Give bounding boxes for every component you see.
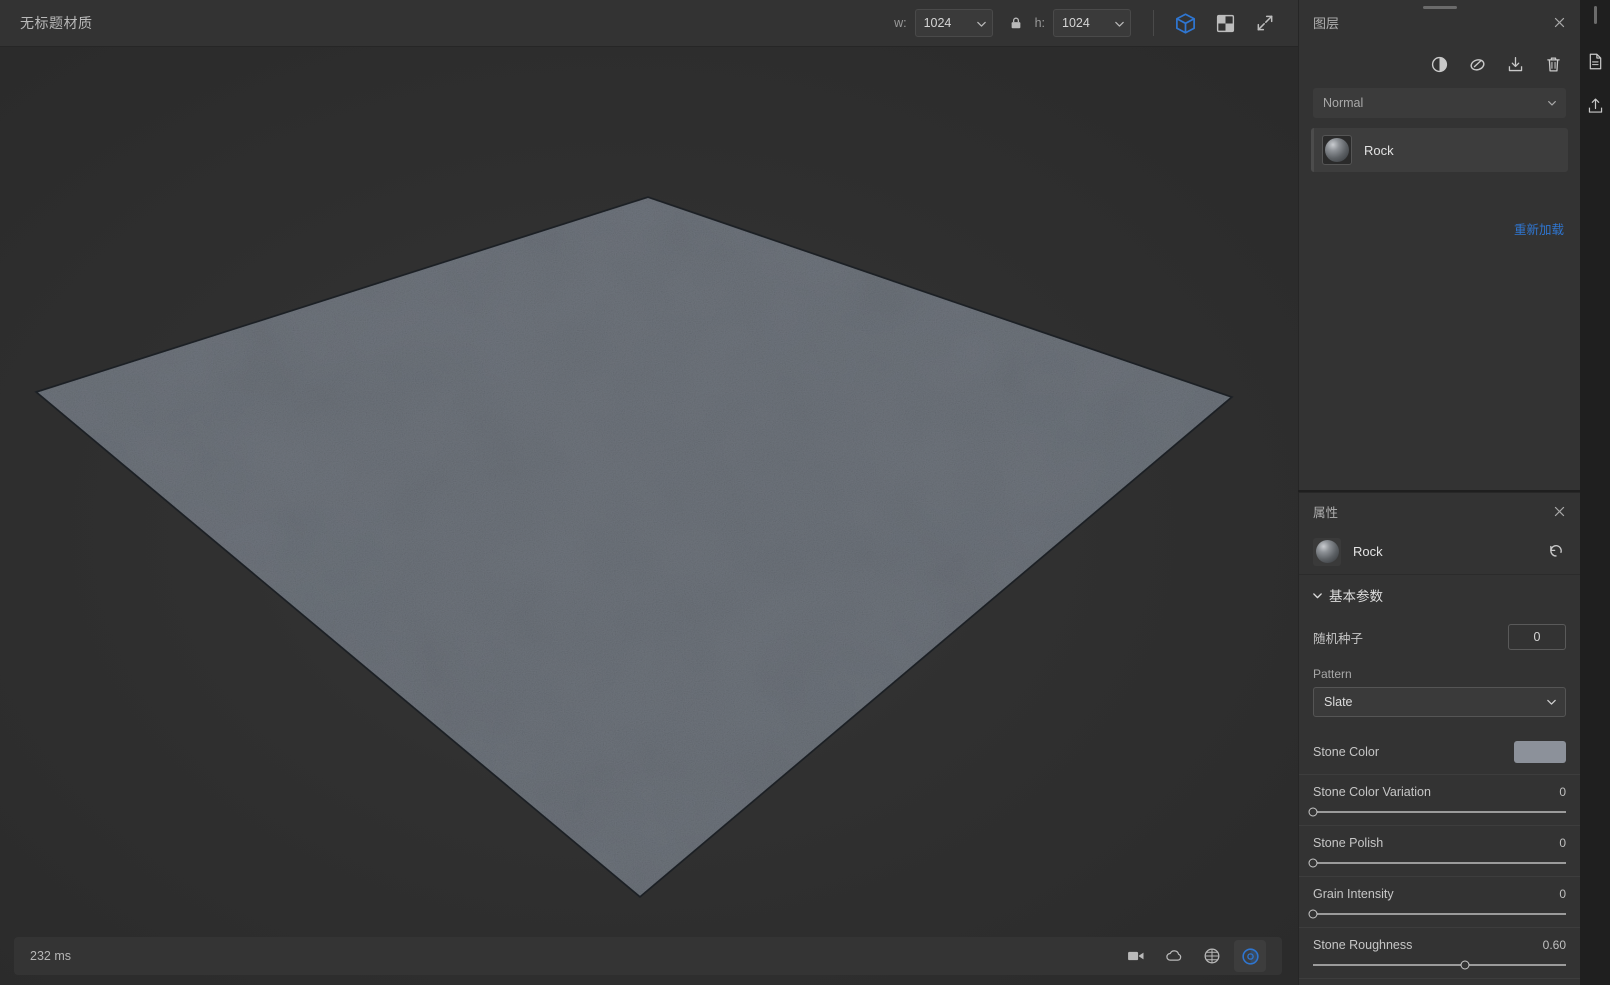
height-label: h:: [1034, 16, 1045, 30]
chevron-down-icon: [1546, 697, 1557, 708]
pattern-select[interactable]: Slate: [1313, 687, 1566, 717]
slider-value: 0.60: [1542, 938, 1566, 952]
slider-label: Stone Color Variation: [1313, 785, 1431, 799]
slider-handle[interactable]: [1308, 909, 1318, 919]
slider-stone-polish: Stone Polish 0: [1299, 826, 1580, 877]
slider-handle[interactable]: [1308, 858, 1318, 868]
stone-color-label: Stone Color: [1313, 744, 1380, 759]
stone-color-swatch[interactable]: [1514, 740, 1566, 763]
viewport-tool-buttons: [1114, 940, 1266, 972]
layer-thumbnail: [1322, 135, 1352, 165]
right-rail: [1580, 0, 1610, 985]
properties-panel-title: 属性: [1313, 505, 1339, 520]
3d-view-button[interactable]: [1168, 6, 1202, 40]
pattern-label: Pattern: [1313, 667, 1352, 681]
2d-tile-button[interactable]: [1208, 6, 1242, 40]
slider-label: Stone Polish: [1313, 836, 1384, 850]
layers-panel-title: 图层: [1313, 15, 1340, 31]
height-select[interactable]: 1024: [1053, 9, 1131, 37]
slider-value: 0: [1559, 785, 1566, 799]
slider-label: Stone Roughness: [1313, 938, 1413, 952]
properties-panel-header: 属性: [1299, 493, 1580, 529]
close-icon[interactable]: [1550, 13, 1568, 31]
slider-track[interactable]: [1308, 807, 1566, 817]
toolbar-divider: [1153, 10, 1154, 36]
chevron-down-icon: [1114, 19, 1124, 28]
layer-tool-buttons: [1299, 44, 1580, 84]
slider-stone-roughness: Stone Roughness 0.60: [1299, 928, 1580, 979]
toolbar-controls: w: 1024 h: 1024: [894, 0, 1298, 46]
3d-viewport[interactable]: 232 ms: [0, 47, 1298, 985]
fullscreen-button[interactable]: [1248, 6, 1282, 40]
slider-track[interactable]: [1313, 960, 1566, 970]
viewport-status-bar: 232 ms: [14, 937, 1282, 975]
camera-button[interactable]: [1120, 940, 1152, 972]
sphere-preview-icon: [1315, 540, 1339, 563]
top-toolbar: 无标题材质 w: 1024 h: 1024: [0, 0, 1298, 47]
share-upload-button[interactable]: [1582, 90, 1608, 120]
application-root: 无标题材质 w: 1024 h: 1024 232 ms 图层 Normal R…: [0, 0, 1610, 985]
layers-panel-header: 图层: [1299, 0, 1580, 44]
blend-mode-select[interactable]: Normal: [1313, 88, 1566, 118]
random-seed-input[interactable]: 0: [1508, 624, 1566, 650]
pattern-value: Slate: [1324, 695, 1353, 709]
material-plane-svg: [34, 196, 1234, 899]
slider-value: 0: [1559, 887, 1566, 901]
main-area: 无标题材质 w: 1024 h: 1024 232 ms: [0, 0, 1298, 985]
slider-handle[interactable]: [1308, 807, 1318, 817]
export-document-button[interactable]: [1582, 46, 1608, 76]
trash-icon[interactable]: [1542, 53, 1564, 75]
random-seed-label: 随机种子: [1313, 631, 1364, 646]
right-panel-column: 图层 Normal Rock 重新加载 属性 Rock 基本参数 随机种子 0 …: [1298, 0, 1580, 985]
section-title: 基本参数: [1329, 589, 1383, 604]
lock-aspect-icon[interactable]: [1009, 16, 1023, 30]
smudge-blur-icon[interactable]: [1466, 53, 1488, 75]
chevron-down-icon: [1547, 98, 1557, 108]
import-download-icon[interactable]: [1504, 53, 1526, 75]
properties-layer-name: Rock: [1353, 544, 1383, 559]
slider-track[interactable]: [1308, 909, 1566, 919]
properties-panel: 属性 Rock 基本参数 随机种子 0 Pattern Slate Stone …: [1298, 492, 1580, 985]
grid-button[interactable]: [1196, 940, 1228, 972]
reset-arrow-icon[interactable]: [1548, 543, 1566, 561]
slider-stone-color-variation: Stone Color Variation 0: [1299, 775, 1580, 826]
material-plane-preview[interactable]: [0, 47, 1298, 985]
list-item[interactable]: Rock: [1311, 128, 1568, 172]
environment-button[interactable]: [1158, 940, 1190, 972]
slider-grain-intensity: Grain Intensity 0: [1299, 877, 1580, 928]
render-mode-button[interactable]: [1234, 940, 1266, 972]
half-circle-contrast-icon[interactable]: [1428, 53, 1450, 75]
properties-selected-layer: Rock: [1299, 529, 1580, 575]
sphere-preview-icon: [1325, 138, 1349, 162]
layer-name: Rock: [1364, 142, 1394, 158]
layers-panel: 图层 Normal Rock 重新加载: [1298, 0, 1580, 490]
random-seed-row: 随机种子 0: [1299, 615, 1580, 659]
blend-mode-value: Normal: [1323, 96, 1364, 110]
layer-thumbnail: [1313, 537, 1341, 566]
basic-parameters-section-header[interactable]: 基本参数: [1299, 575, 1580, 615]
render-time-status: 232 ms: [30, 949, 71, 963]
chevron-down-icon: [1312, 590, 1323, 601]
document-title: 无标题材质: [20, 15, 93, 31]
width-value: 1024: [923, 16, 952, 30]
slider-label: Grain Intensity: [1313, 887, 1394, 901]
width-label: w:: [894, 16, 907, 30]
close-icon[interactable]: [1550, 502, 1568, 520]
slider-value: 0: [1559, 836, 1566, 850]
height-value: 1024: [1062, 16, 1090, 30]
reload-link[interactable]: 重新加载: [1514, 219, 1564, 238]
width-select[interactable]: 1024: [914, 9, 993, 37]
rail-drag-handle[interactable]: [1593, 6, 1597, 24]
slider-handle[interactable]: [1460, 960, 1470, 970]
chevron-down-icon: [976, 19, 986, 28]
slider-track[interactable]: [1308, 858, 1566, 868]
pattern-field: Pattern Slate: [1299, 659, 1580, 717]
stone-color-row: Stone Color: [1299, 729, 1580, 775]
